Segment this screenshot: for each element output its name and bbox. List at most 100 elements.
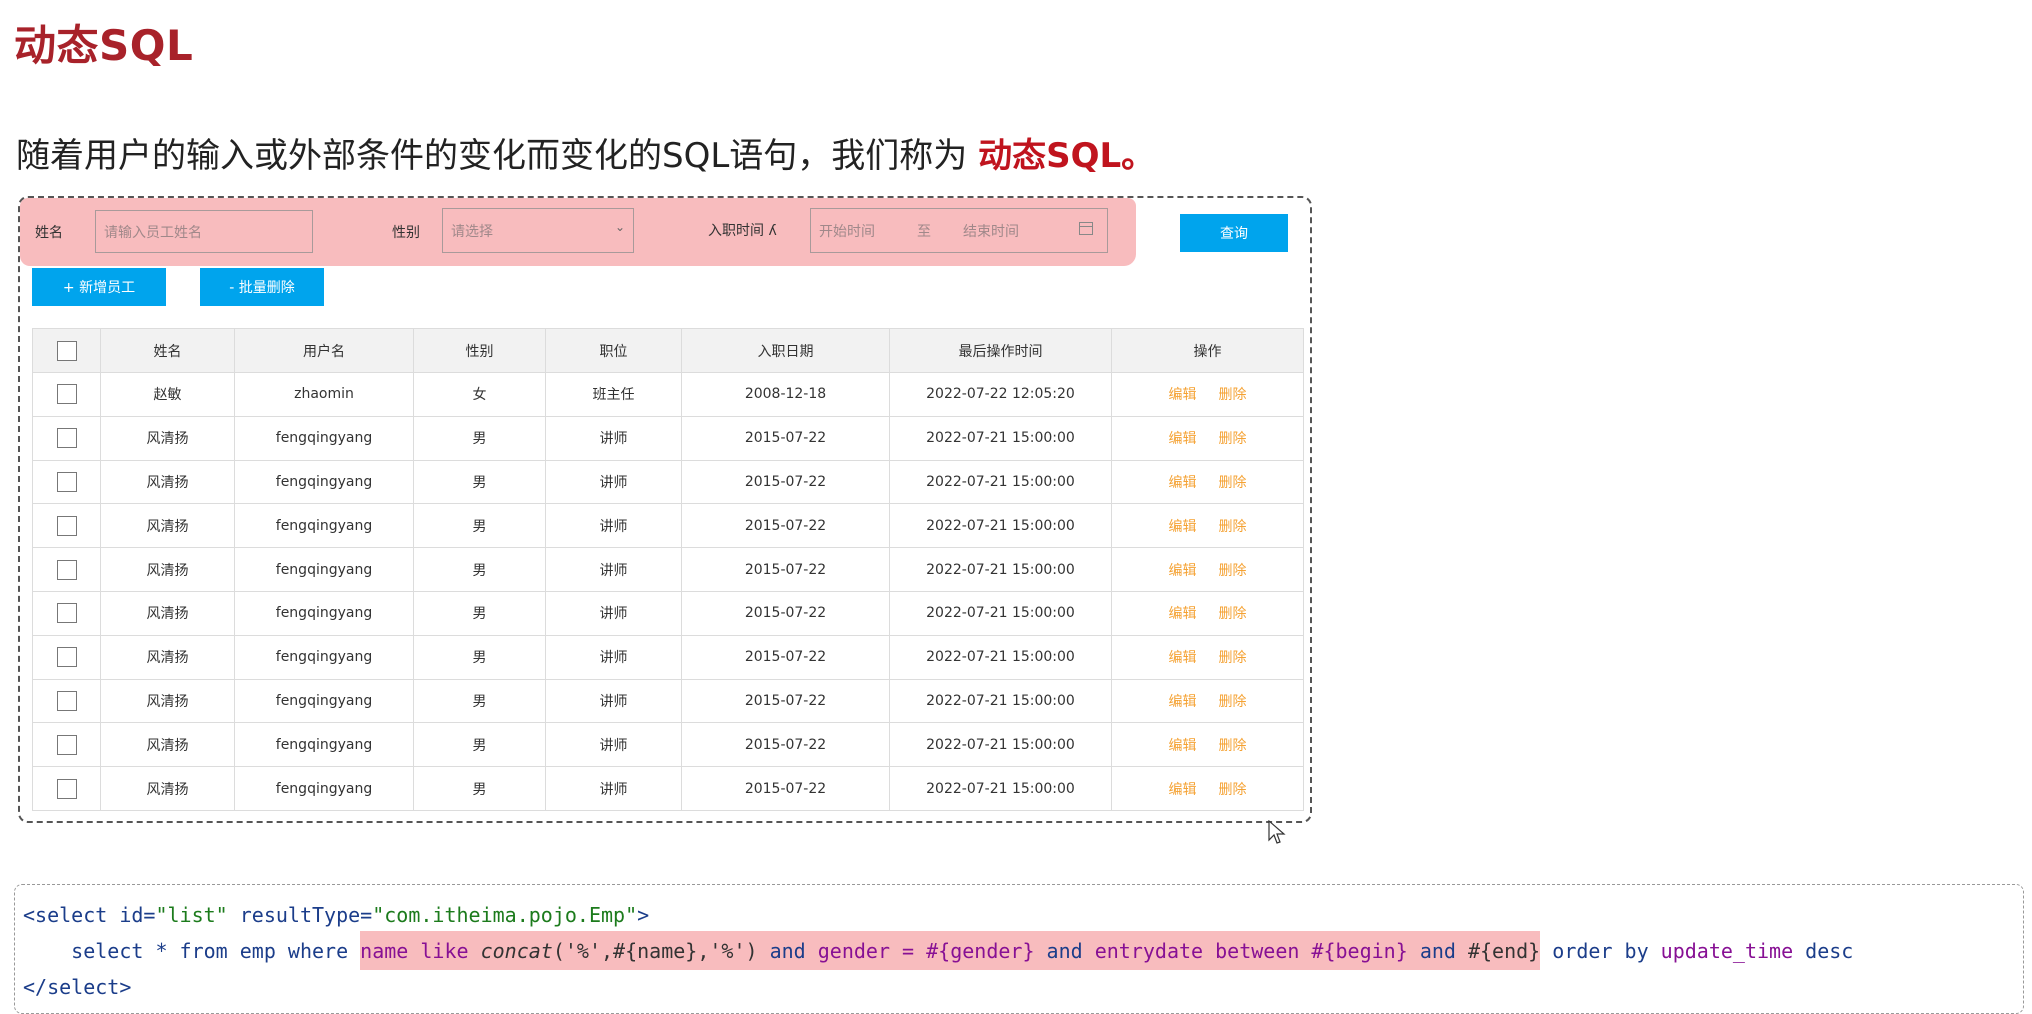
entry-date-label: 入职时间 ʎ <box>708 223 777 239</box>
delete-link[interactable]: 删除 <box>1219 606 1247 622</box>
cell-username: fengqingyang <box>234 459 414 505</box>
cell-position: 讲师 <box>545 415 682 461</box>
delete-link[interactable]: 删除 <box>1219 431 1247 447</box>
cell-update-time: 2022-07-21 15:00:00 <box>889 678 1112 724</box>
cell-name: 风清扬 <box>100 634 235 680</box>
edit-link[interactable]: 编辑 <box>1169 475 1197 491</box>
cell-update-time: 2022-07-21 15:00:00 <box>889 590 1112 636</box>
code-attr-id: id= <box>119 903 156 927</box>
row-select-cell <box>32 503 101 549</box>
edit-link[interactable]: 编辑 <box>1169 650 1197 666</box>
name-input[interactable]: 请输入员工姓名 <box>95 210 313 253</box>
cell-name: 风清扬 <box>100 503 235 549</box>
batch-delete-button[interactable]: - 批量删除 <box>200 268 324 306</box>
cell-name: 风清扬 <box>100 459 235 505</box>
code-concat: concat <box>480 939 553 963</box>
code-select-from: select * from emp where <box>71 939 361 963</box>
cell-name: 风清扬 <box>100 590 235 636</box>
row-checkbox[interactable] <box>56 690 77 711</box>
employee-table: 姓名 用户名 性别 职位 入职日期 最后操作时间 操作 赵敏 zhaomin 女班主… <box>32 328 1304 811</box>
edit-link[interactable]: 编辑 <box>1169 519 1197 535</box>
table-row: 风清扬 fengqingyang 男讲师 2015-07-22 2022-07-21 1… <box>32 503 1304 549</box>
query-button[interactable]: 查询 <box>1180 214 1288 252</box>
cell-username: fengqingyang <box>234 766 414 811</box>
delete-link[interactable]: 删除 <box>1219 519 1247 535</box>
entry-date-range[interactable]: 开始时间 至 结束时间 <box>810 208 1108 253</box>
cell-gender: 男 <box>413 415 546 461</box>
cell-gender: 男 <box>413 678 546 724</box>
cell-position: 讲师 <box>545 590 682 636</box>
header-username: 用户名 <box>234 328 414 373</box>
code-name-like: name like <box>360 939 481 963</box>
row-select-cell <box>32 766 101 811</box>
table-row: 风清扬 fengqingyang 男讲师 2015-07-22 2022-07-21 1… <box>32 547 1304 592</box>
cell-gender: 男 <box>413 722 546 768</box>
cell-position: 讲师 <box>545 547 682 592</box>
cell-update-time: 2022-07-21 15:00:00 <box>889 766 1112 811</box>
row-checkbox[interactable] <box>56 428 77 449</box>
code-val-resulttype: "com.itheima.pojo.Emp" <box>372 903 638 927</box>
row-actions: 编辑 删除 <box>1111 459 1304 505</box>
code-val-id: "list" <box>155 903 228 927</box>
delete-link[interactable]: 删除 <box>1219 694 1247 710</box>
cell-gender: 男 <box>413 547 546 592</box>
edit-link[interactable]: 编辑 <box>1169 431 1197 447</box>
cell-update-time: 2022-07-21 15:00:00 <box>889 722 1112 768</box>
edit-link[interactable]: 编辑 <box>1169 782 1197 798</box>
delete-link[interactable]: 删除 <box>1219 738 1247 754</box>
add-employee-button[interactable]: + 新增员工 <box>32 268 166 306</box>
table-header-row: 姓名 用户名 性别 职位 入职日期 最后操作时间 操作 <box>32 328 1304 373</box>
edit-link[interactable]: 编辑 <box>1169 738 1197 754</box>
table-row: 风清扬 fengqingyang 男讲师 2015-07-22 2022-07-21 1… <box>32 766 1304 811</box>
delete-link[interactable]: 删除 <box>1219 563 1247 579</box>
delete-link[interactable]: 删除 <box>1219 387 1247 403</box>
edit-link[interactable]: 编辑 <box>1169 694 1197 710</box>
row-actions: 编辑 删除 <box>1111 415 1304 461</box>
name-placeholder: 请输入员工姓名 <box>104 224 202 241</box>
cell-update-time: 2022-07-22 12:05:20 <box>889 372 1112 417</box>
row-checkbox[interactable] <box>56 734 77 755</box>
delete-link[interactable]: 删除 <box>1219 475 1247 491</box>
row-checkbox[interactable] <box>56 603 77 624</box>
cell-update-time: 2022-07-21 15:00:00 <box>889 634 1112 680</box>
code-and-3: and <box>1419 939 1456 963</box>
row-actions: 编辑 删除 <box>1111 503 1304 549</box>
row-checkbox[interactable] <box>56 559 77 580</box>
select-all-checkbox[interactable] <box>56 340 77 361</box>
delete-link[interactable]: 删除 <box>1219 782 1247 798</box>
cell-position: 讲师 <box>545 766 682 811</box>
row-checkbox[interactable] <box>56 471 77 492</box>
row-select-cell <box>32 634 101 680</box>
row-checkbox[interactable] <box>56 384 77 405</box>
row-select-cell <box>32 547 101 592</box>
edit-link[interactable]: 编辑 <box>1169 387 1197 403</box>
row-checkbox[interactable] <box>56 778 77 799</box>
cell-position: 班主任 <box>545 372 682 417</box>
cell-username: zhaomin <box>234 372 414 417</box>
mouse-cursor-icon <box>1268 820 1286 844</box>
cell-update-time: 2022-07-21 15:00:00 <box>889 503 1112 549</box>
header-update-time: 最后操作时间 <box>889 328 1112 373</box>
page-description: 随着用户的输入或外部条件的变化而变化的SQL语句，我们称为 动态SQL。 <box>16 128 1155 177</box>
edit-link[interactable]: 编辑 <box>1169 563 1197 579</box>
cell-gender: 男 <box>413 503 546 549</box>
cell-entry-date: 2015-07-22 <box>681 766 890 811</box>
cell-username: fengqingyang <box>234 547 414 592</box>
cell-entry-date: 2015-07-22 <box>681 547 890 592</box>
cell-entry-date: 2015-07-22 <box>681 634 890 680</box>
mybatis-xml-code: <select id="list" resultType="com.itheim… <box>14 884 2024 1014</box>
row-actions: 编辑 删除 <box>1111 634 1304 680</box>
row-checkbox[interactable] <box>56 515 77 536</box>
table-row: 风清扬 fengqingyang 男讲师 2015-07-22 2022-07-21 1… <box>32 459 1304 505</box>
cell-position: 讲师 <box>545 503 682 549</box>
row-actions: 编辑 删除 <box>1111 547 1304 592</box>
code-desc: desc <box>1793 939 1854 963</box>
row-checkbox[interactable] <box>56 647 77 668</box>
row-actions: 编辑 删除 <box>1111 372 1304 417</box>
gender-select[interactable]: 请选择 ⌄ <box>442 208 634 253</box>
code-highlight-conditions: name like concat('%',#{name},'%') and ge… <box>360 931 1541 970</box>
delete-link[interactable]: 删除 <box>1219 650 1247 666</box>
employee-demo-panel: 姓名 请输入员工姓名 性别 请选择 ⌄ 入职时间 ʎ 开始时间 至 结束时间 查… <box>18 196 1312 844</box>
edit-link[interactable]: 编辑 <box>1169 606 1197 622</box>
